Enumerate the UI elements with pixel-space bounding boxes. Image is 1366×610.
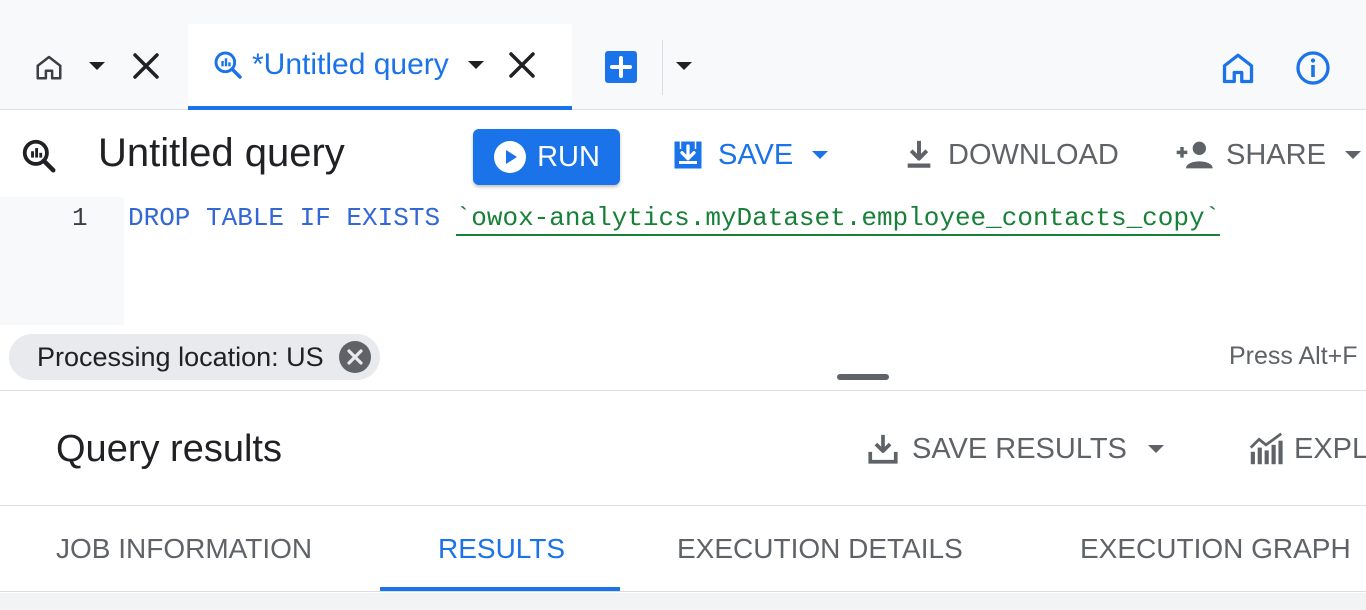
location-bar: Processing location: US Press Alt+F	[0, 325, 1366, 391]
results-body-edge	[0, 593, 1366, 610]
play-icon	[493, 140, 527, 174]
results-title: Query results	[56, 428, 282, 470]
query-icon	[212, 49, 244, 81]
tab-query-label: *Untitled query	[252, 48, 449, 81]
save-button[interactable]: SAVE	[670, 133, 831, 177]
active-tab-indicator	[380, 587, 620, 591]
remove-chip-icon[interactable]	[338, 340, 372, 374]
query-title[interactable]: Untitled query	[98, 131, 345, 176]
save-results-button[interactable]: SAVE RESULTS	[866, 432, 1167, 466]
sql-keywords: DROP TABLE IF EXISTS	[128, 203, 441, 233]
sql-table-ref: `owox-analytics.myDataset.employee_conta…	[455, 203, 1221, 236]
chevron-down-icon	[1342, 147, 1364, 163]
results-header: Query results SAVE RESULTS EXPL	[0, 392, 1366, 506]
chevron-down-icon	[809, 147, 831, 163]
processing-location-label: Processing location: US	[37, 341, 324, 372]
new-query-icon[interactable]	[604, 50, 638, 84]
download-button[interactable]: DOWNLOAD	[902, 133, 1119, 177]
save-button-label: SAVE	[718, 138, 794, 171]
tab-results[interactable]: RESULTS	[438, 533, 565, 565]
info-icon[interactable]	[1295, 50, 1331, 86]
processing-location-chip[interactable]: Processing location: US	[9, 334, 380, 380]
share-button-label: SHARE	[1226, 138, 1326, 171]
tab-execution-graph[interactable]: EXECUTION GRAPH	[1080, 533, 1351, 565]
save-icon	[670, 137, 706, 173]
resize-handle[interactable]	[837, 374, 889, 380]
tab-home[interactable]	[0, 24, 186, 110]
query-icon	[20, 137, 58, 175]
editor-gutter: 1	[0, 197, 124, 325]
home-icon[interactable]	[1220, 50, 1256, 86]
keyboard-hint: Press Alt+F	[1229, 342, 1358, 370]
run-button[interactable]: RUN	[473, 129, 620, 185]
code-line[interactable]: DROP TABLE IF EXISTS `owox-analytics.myD…	[128, 203, 1221, 236]
explore-label: EXPL	[1294, 432, 1366, 465]
chevron-down-icon[interactable]	[673, 58, 695, 74]
line-number: 1	[72, 203, 88, 233]
chart-icon	[1248, 432, 1284, 466]
chevron-down-icon[interactable]	[465, 57, 487, 73]
share-button[interactable]: SHARE	[1174, 133, 1364, 177]
chevron-down-icon[interactable]	[86, 58, 108, 74]
add-person-icon	[1174, 138, 1214, 172]
save-results-icon	[866, 432, 900, 466]
tab-strip: *Untitled query	[0, 0, 1366, 110]
query-toolbar: Untitled query RUN SAVE DOWNLOAD SHARE	[0, 111, 1366, 197]
explore-data-button[interactable]: EXPL	[1248, 432, 1366, 466]
close-tab-icon[interactable]	[507, 50, 537, 80]
tab-untitled-query[interactable]: *Untitled query	[188, 24, 572, 110]
results-tabs: JOB INFORMATION RESULTS EXECUTION DETAIL…	[0, 507, 1366, 592]
home-icon	[34, 52, 64, 82]
tab-separator	[662, 40, 663, 95]
chevron-down-icon	[1145, 441, 1167, 457]
tab-execution-details[interactable]: EXECUTION DETAILS	[677, 533, 963, 565]
save-results-label: SAVE RESULTS	[912, 432, 1127, 465]
download-button-label: DOWNLOAD	[948, 138, 1119, 171]
download-icon	[902, 138, 936, 172]
tab-job-information[interactable]: JOB INFORMATION	[56, 533, 312, 565]
sql-editor[interactable]: 1 DROP TABLE IF EXISTS `owox-analytics.m…	[0, 197, 1366, 325]
close-tab-icon[interactable]	[131, 51, 161, 81]
run-button-label: RUN	[537, 140, 600, 173]
